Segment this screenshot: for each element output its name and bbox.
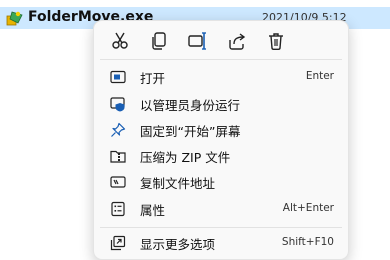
menu-divider <box>100 59 342 60</box>
menu-item-properties[interactable]: 属性 Alt+Enter <box>98 196 344 222</box>
menu-item-shortcut: Shift+F10 <box>281 236 334 248</box>
menu-divider <box>100 227 342 228</box>
cut-button[interactable] <box>109 30 131 52</box>
delete-button[interactable] <box>265 30 287 52</box>
open-app-icon <box>110 69 126 85</box>
menu-item-open[interactable]: 打开 Enter <box>98 64 344 90</box>
more-options-icon <box>110 235 126 251</box>
properties-icon <box>110 201 126 217</box>
app-exe-icon <box>6 10 24 26</box>
menu-item-label: 显示更多选项 <box>140 237 216 252</box>
menu-item-copy-path[interactable]: 复制文件地址 <box>98 169 344 195</box>
cut-icon <box>112 32 128 49</box>
share-icon <box>229 33 246 50</box>
copy-path-icon <box>110 174 126 190</box>
menu-item-run-as-admin[interactable]: 以管理员身份运行 <box>98 91 344 117</box>
menu-item-shortcut: Enter <box>305 70 334 82</box>
rename-icon <box>188 32 206 50</box>
admin-shield-icon <box>110 96 126 112</box>
context-menu: 打开 Enter 以管理员身份运行 固定到“开始”屏幕 压缩为 ZIP 文件 复… <box>93 20 349 260</box>
menu-item-shortcut: Alt+Enter <box>282 202 334 214</box>
context-menu-toolbar <box>94 21 348 59</box>
copy-icon <box>152 32 166 50</box>
pin-icon <box>110 122 126 138</box>
menu-item-pin-to-start[interactable]: 固定到“开始”屏幕 <box>98 117 344 143</box>
menu-item-compress-zip[interactable]: 压缩为 ZIP 文件 <box>98 143 344 169</box>
menu-item-label: 固定到“开始”屏幕 <box>140 124 241 139</box>
menu-item-label: 以管理员身份运行 <box>140 98 241 113</box>
menu-item-show-more-options[interactable]: 显示更多选项 Shift+F10 <box>98 230 344 256</box>
rename-button[interactable] <box>187 30 209 52</box>
zip-folder-icon <box>110 148 126 164</box>
menu-item-label: 打开 <box>140 71 166 86</box>
menu-item-label: 复制文件地址 <box>140 176 216 191</box>
menu-item-label: 属性 <box>140 203 166 218</box>
menu-item-label: 压缩为 ZIP 文件 <box>140 150 231 165</box>
share-button[interactable] <box>226 30 248 52</box>
delete-icon <box>269 33 283 50</box>
copy-button[interactable] <box>148 30 170 52</box>
